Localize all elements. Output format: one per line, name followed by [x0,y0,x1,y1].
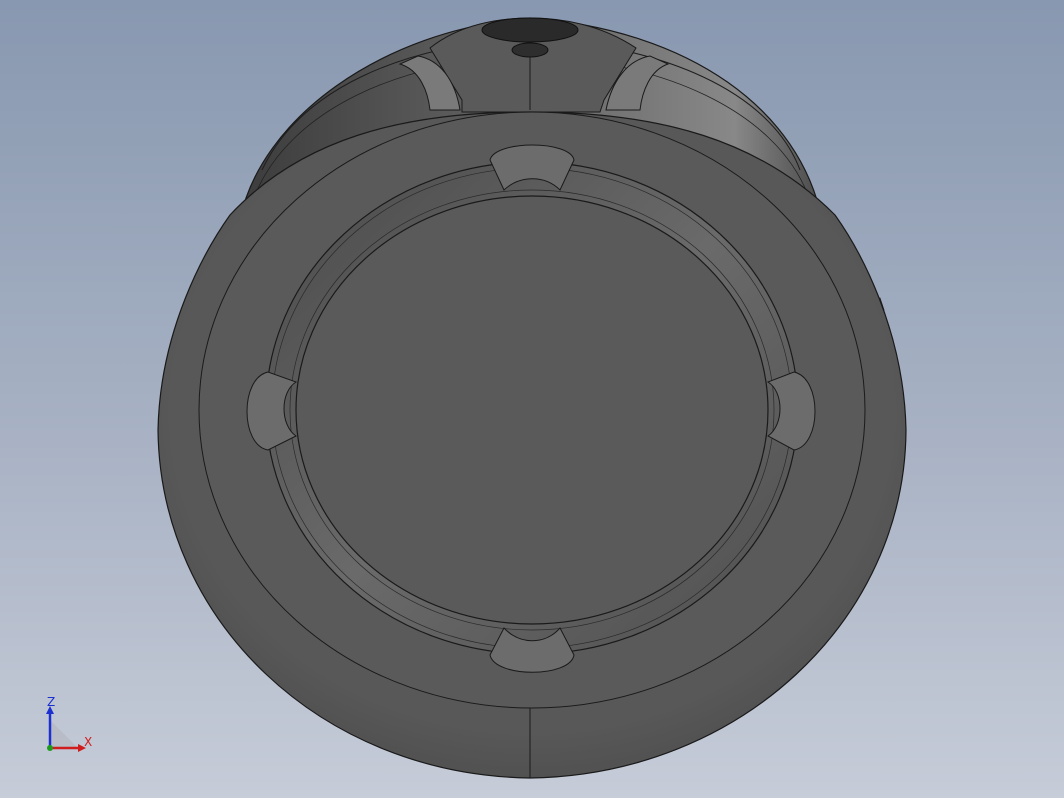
z-axis-label: Z [47,696,55,709]
triad-plane-shading [50,720,78,748]
cad-3d-viewport[interactable]: Z X [0,0,1064,798]
cad-part-model[interactable] [0,0,1064,798]
x-axis-label: X [84,735,92,749]
axis-triad: Z X [46,696,92,752]
triad-origin [47,745,53,751]
